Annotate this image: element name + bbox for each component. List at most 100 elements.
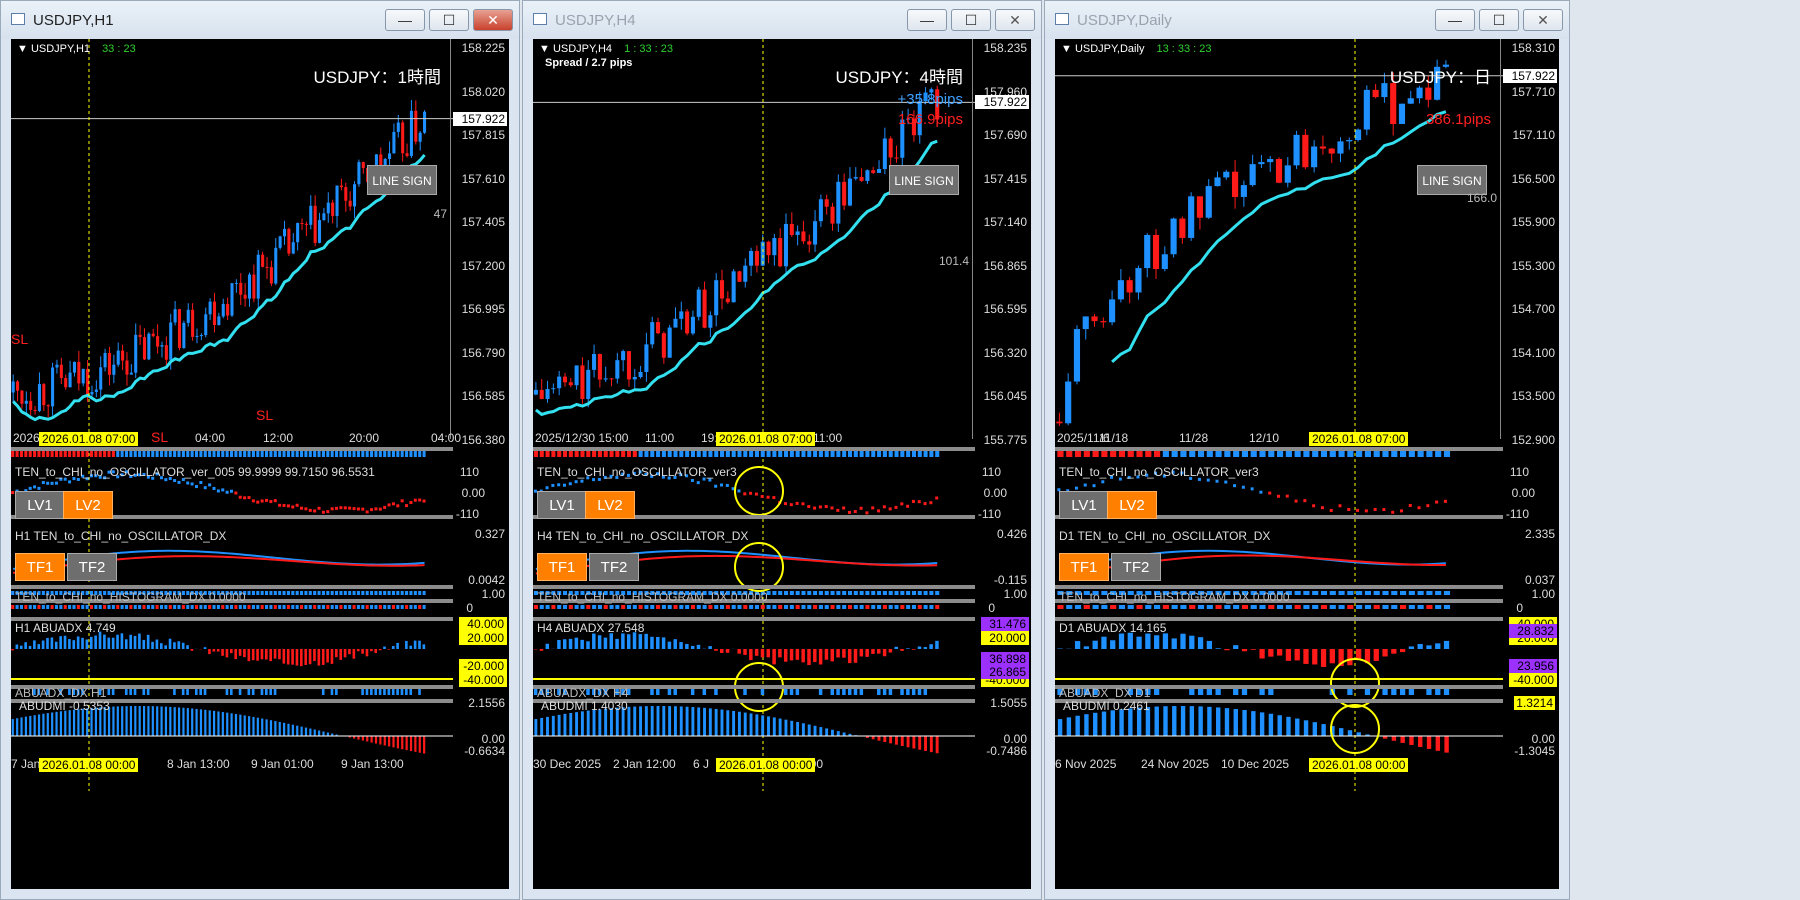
tf1-button[interactable]: TF1 [537,553,587,581]
candle-body [1144,234,1151,269]
tf2-button[interactable]: TF2 [1111,553,1161,581]
abuadx-bar [11,649,14,651]
oscillator-dot [374,507,378,511]
abuadx-bar [1118,633,1125,649]
chart-area[interactable]: ▼ USDJPY,Daily 13 : 33 : 23 USDJPY：日 386.1p… [1055,39,1559,889]
oscillator-dot [871,506,875,510]
lv2-button[interactable]: LV2 [1107,491,1157,519]
histogram-cell [63,605,67,609]
abudmi-bar [1321,724,1326,736]
trend-bar [865,451,870,457]
abudmi-bar [409,736,413,752]
maximize-button[interactable]: ☐ [1479,9,1519,31]
trend-bar [1197,451,1205,457]
tf2-button[interactable]: TF2 [589,553,639,581]
abudmi-bar [813,725,817,736]
lv2-button[interactable]: LV2 [63,491,113,519]
trend-bar [81,451,85,457]
oscillator-dot [422,499,426,503]
abudmi-bar [204,709,207,736]
candle-body [173,309,177,323]
histogram-cell [1408,591,1415,595]
maximize-button[interactable]: ☐ [429,9,469,31]
trend-bar [177,451,181,457]
histogram-cell [656,605,661,609]
candle-body [1328,148,1335,154]
chart-area[interactable]: ▼ USDJPY,H1 33 : 23 USDJPY：1時間 LINE SIGN 158… [11,39,509,889]
trend-bar [107,451,111,457]
line-sign-button[interactable]: LINE SIGN [367,165,437,195]
oscillator-dot [1277,494,1280,498]
lv1-button[interactable]: LV1 [15,491,65,519]
abuadx-bar [690,645,695,649]
close-button[interactable]: ✕ [473,9,513,31]
trend-bar [737,451,742,457]
abudmi-bar [291,724,294,736]
candle-body [226,303,230,316]
histogram-cell [679,605,684,609]
minimize-button[interactable]: — [385,9,425,31]
lv1-button[interactable]: LV1 [537,491,587,519]
abuadx-bar [1083,646,1090,649]
bar-timer: 33 : 23 [102,43,136,55]
tf2-button[interactable]: TF2 [67,553,117,581]
price-tick: 158.235 [983,41,1027,55]
candle-body [1372,89,1379,98]
maximize-button[interactable]: ☐ [951,9,991,31]
trend-bar [679,451,684,457]
abudmi-bar [732,710,736,736]
highlight-circle [734,542,784,592]
abudmi-bar [401,736,404,750]
trend-bar [94,451,98,457]
trend-bar [877,451,882,457]
histogram-cell [865,591,870,595]
oscillator-dot [413,498,417,502]
candle-body [592,354,597,370]
histogram-cell [888,605,893,609]
chart-window-h4[interactable]: USDJPY,H4— ☐ ✕ ▼ USDJPY,H4 1 : 33 : 23 Spread… [522,0,1042,900]
histogram-cell [422,591,426,595]
close-button[interactable]: ✕ [995,9,1035,31]
histogram-cell [190,605,194,609]
chart-window-h1[interactable]: USDJPY,H1— ☐ ✕ ▼ USDJPY,H1 33 : 23 USDJPY：1時間… [0,0,520,900]
abudmi-bar [20,717,23,736]
abuadx-bar [256,649,259,661]
window-titlebar[interactable]: USDJPY,H1 — ☐ ✕ [1,1,519,39]
chart-window-daily[interactable]: USDJPY,Daily — ☐ ✕ ▼ USDJPY,Daily 13 : 33 : 2… [1044,0,1570,900]
window-titlebar[interactable]: USDJPY,Daily — ☐ ✕ [1045,1,1569,39]
histogram-cell [247,591,251,595]
candle-body [603,378,608,380]
trend-bar [1435,451,1442,457]
candle-body [274,247,278,284]
histogram-cell [413,591,417,595]
abudmi-bar [186,708,189,736]
histogram-cell [50,605,54,609]
abudmi-bar [1119,709,1124,736]
tf1-button[interactable]: TF1 [15,553,65,581]
trend-bar [269,451,273,457]
candle-body [322,213,326,221]
candle-body [99,367,103,390]
lv1-button[interactable]: LV1 [1059,491,1109,519]
abudmi-tick: 1.3214 [1514,696,1555,710]
close-button[interactable]: ✕ [1523,9,1563,31]
oscillator-dot [562,483,566,487]
minimize-button[interactable]: — [907,9,947,31]
tf1-button[interactable]: TF1 [1059,553,1109,581]
oscillator-dot [321,510,325,514]
histogram-cell [352,605,356,609]
line-sign-button[interactable]: LINE SIGN [889,165,959,195]
trend-bar [265,451,269,457]
window-titlebar[interactable]: USDJPY,H4 — ☐ ✕ [523,1,1041,39]
histogram-cell [68,605,72,609]
trend-bar [98,451,102,457]
trend-bar [221,451,225,457]
candle-body [580,365,585,399]
lv2-button[interactable]: LV2 [585,491,635,519]
minimize-button[interactable]: — [1435,9,1475,31]
chart-area[interactable]: ▼ USDJPY,H4 1 : 33 : 23 Spread / 2.7 pips U… [533,39,1031,889]
candle-body [191,309,195,337]
histogram-cell [387,591,391,595]
abuadx-bar [72,640,76,649]
price-tick: 156.595 [983,302,1027,316]
